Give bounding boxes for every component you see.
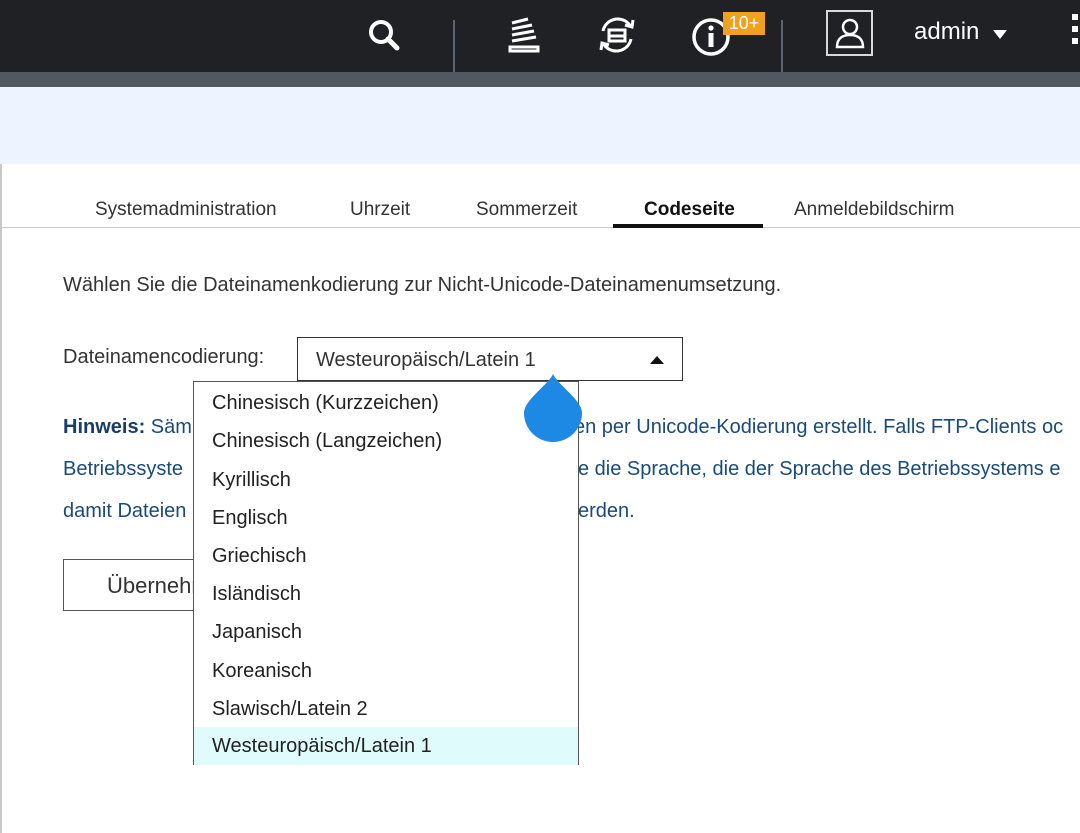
hint-label: Hinweis: bbox=[63, 416, 146, 438]
encoding-label: Dateinamencodierung: bbox=[63, 346, 265, 368]
dropdown-option[interactable]: Koreanisch bbox=[194, 652, 578, 690]
dropdown-option[interactable]: Japanisch bbox=[194, 613, 578, 651]
active-tab-indicator bbox=[613, 224, 763, 228]
dropdown-option[interactable]: Griechisch bbox=[194, 537, 578, 575]
dropdown-option[interactable]: Slawisch/Latein 2 bbox=[194, 690, 578, 728]
touch-cursor-icon bbox=[524, 374, 582, 442]
chevron-up-icon bbox=[650, 356, 664, 364]
notification-badge: 10+ bbox=[723, 12, 765, 35]
dropdown-option[interactable]: Kyrillisch bbox=[194, 461, 578, 499]
chevron-down-icon[interactable] bbox=[993, 30, 1007, 39]
page-description: Wählen Sie die Dateinamenkodierung zur N… bbox=[63, 274, 782, 296]
hint-text-1a: Säm bbox=[145, 416, 192, 438]
hint-text-3a: damit Dateien bbox=[63, 500, 187, 522]
toolbar-separator bbox=[453, 20, 455, 72]
apply-button[interactable]: Übernehmen bbox=[63, 559, 213, 611]
encoding-dropdown-list: Chinesisch (Kurzzeichen) Chinesisch (Lan… bbox=[193, 381, 579, 765]
encoding-select-value: Westeuropäisch/Latein 1 bbox=[316, 349, 536, 371]
tab-sommerzeit[interactable]: Sommerzeit bbox=[476, 199, 577, 221]
dropdown-option[interactable]: Chinesisch (Kurzzeichen) bbox=[194, 384, 578, 422]
stack-icon[interactable] bbox=[499, 10, 549, 60]
search-icon[interactable] bbox=[359, 10, 409, 60]
sync-icon[interactable] bbox=[592, 10, 642, 60]
dropdown-option[interactable]: Isländisch bbox=[194, 575, 578, 613]
user-avatar[interactable] bbox=[826, 10, 873, 56]
tab-anmeldebildschirm[interactable]: Anmeldebildschirm bbox=[794, 199, 955, 221]
hint-text-2b: e die Sprache, die der Sprache des Betri… bbox=[578, 458, 1061, 480]
top-toolbar: 10+ admin bbox=[0, 0, 1080, 72]
encoding-select[interactable]: Westeuropäisch/Latein 1 bbox=[297, 337, 683, 381]
header-band bbox=[0, 87, 1080, 164]
hint-text-1b: en per Unicode-Kodierung erstellt. Falls… bbox=[574, 416, 1064, 438]
hint-text-3b: erden. bbox=[578, 500, 635, 522]
hint-line-1: Hinweis: Säm bbox=[63, 416, 192, 439]
dropdown-option-selected[interactable]: Westeuropäisch/Latein 1 bbox=[194, 727, 578, 765]
dropdown-option[interactable]: Chinesisch (Langzeichen) bbox=[194, 422, 578, 460]
tab-systemadministration[interactable]: Systemadministration bbox=[95, 199, 277, 221]
user-icon bbox=[835, 18, 864, 49]
dropdown-option[interactable]: Englisch bbox=[194, 499, 578, 537]
toolbar-edge bbox=[0, 72, 1080, 87]
more-icon[interactable] bbox=[1068, 14, 1080, 54]
user-name[interactable]: admin bbox=[914, 18, 979, 46]
tab-codeseite[interactable]: Codeseite bbox=[644, 199, 735, 221]
hint-text-2a: Betriebssyste bbox=[63, 458, 184, 480]
tab-bar: Systemadministration Uhrzeit Sommerzeit … bbox=[2, 198, 1080, 228]
tab-uhrzeit[interactable]: Uhrzeit bbox=[350, 199, 410, 221]
toolbar-separator bbox=[781, 20, 783, 72]
